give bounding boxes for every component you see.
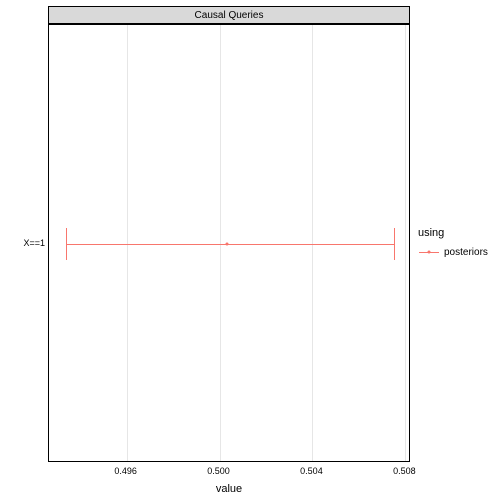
error-cap: [394, 228, 395, 260]
legend: using posteriors: [418, 227, 488, 261]
data-point: [225, 243, 228, 246]
gridline: [312, 25, 313, 461]
chart-container: Causal Queries X==1 0.496 0.500 0.504 0.508…: [0, 0, 504, 504]
legend-label: posteriors: [444, 247, 488, 258]
gridline: [220, 25, 221, 461]
x-tick-label: 0.504: [300, 466, 323, 476]
y-tick-label: X==1: [23, 238, 45, 248]
legend-item-posteriors: posteriors: [418, 243, 488, 261]
gridline: [127, 25, 128, 461]
facet-strip: Causal Queries: [48, 6, 410, 24]
x-tick-label: 0.500: [207, 466, 230, 476]
gridline: [405, 25, 406, 461]
x-tick-label: 0.496: [114, 466, 137, 476]
plot-panel: [48, 24, 410, 462]
x-tick-label: 0.508: [393, 466, 416, 476]
point-icon: [428, 251, 431, 254]
error-cap: [66, 228, 67, 260]
error-bar: [66, 244, 393, 245]
legend-key: [418, 243, 440, 261]
x-axis-title: value: [216, 483, 242, 495]
legend-title: using: [418, 227, 488, 239]
chart-title: Causal Queries: [195, 10, 264, 21]
